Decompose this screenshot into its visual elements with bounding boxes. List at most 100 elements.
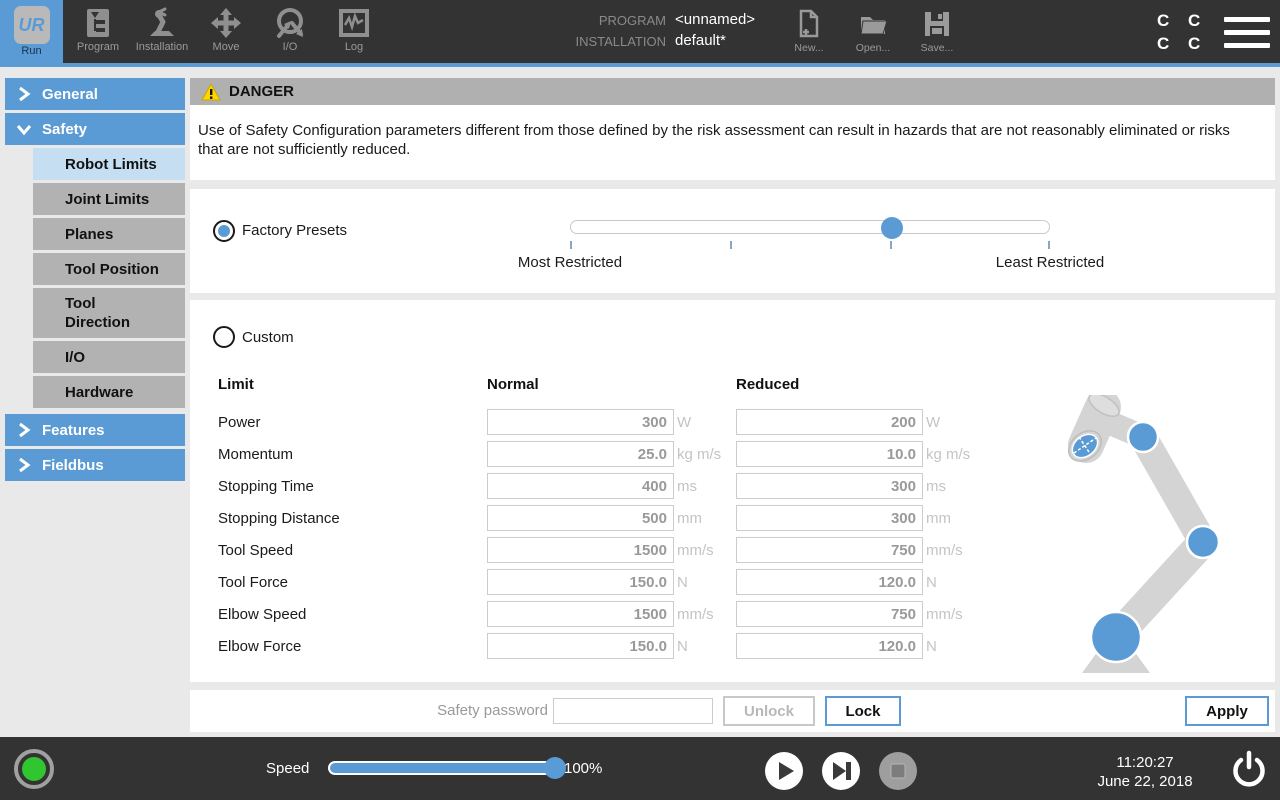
stopping-time-normal-input[interactable] [487,473,674,499]
power-normal-input[interactable] [487,409,674,435]
sidebar-item-io[interactable]: I/O [33,341,185,373]
open-file-icon [858,9,888,39]
unit-label: mm/s [674,542,736,559]
limit-name: Elbow Force [218,638,487,655]
lock-button[interactable]: Lock [825,696,901,726]
log-icon [338,7,370,39]
hamburger-menu-icon[interactable] [1224,17,1270,56]
slider-tick [1048,241,1050,249]
program-name: <unnamed> [675,11,755,28]
sidebar-item-joint-limits[interactable]: Joint Limits [33,183,185,215]
tab-io[interactable]: I/O [258,0,322,63]
stop-button[interactable] [879,752,917,790]
table-row-power: Power W W [218,406,1043,438]
tab-io-label: I/O [283,41,298,53]
sidebar-item-safety[interactable]: Safety [5,113,185,145]
chevron-right-icon [16,457,32,473]
chevron-right-icon [16,86,32,102]
tab-run[interactable]: UR Run [0,0,63,63]
unit-label: N [674,638,736,655]
move-icon [210,7,242,39]
speed-slider-knob[interactable] [544,757,566,779]
sidebar-item-planes[interactable]: Planes [33,218,185,250]
save-button[interactable]: Save... [905,0,969,63]
momentum-normal-input[interactable] [487,441,674,467]
speed-slider[interactable] [328,761,558,775]
sidebar-item-robot-limits[interactable]: Robot Limits [33,148,185,180]
sidebar: General Safety Robot Limits Joint Limits… [0,67,190,737]
chevron-right-icon [16,422,32,438]
clock-time: 11:20:27 [1085,753,1205,772]
tab-program[interactable]: Program [66,0,130,63]
unit-label: mm [923,510,1043,527]
table-row-tool-force: Tool Force N N [218,566,1043,598]
custom-panel: Custom Limit Normal Reduced Power W W [190,300,1275,682]
elbow-speed-normal-input[interactable] [487,601,674,627]
unit-label: kg m/s [923,446,1043,463]
tab-program-label: Program [77,41,119,53]
robot-arm-illustration [1060,395,1245,677]
warning-icon [201,83,221,101]
sidebar-item-tool-direction[interactable]: Tool Direction [33,288,185,338]
sidebar-item-features[interactable]: Features [5,414,185,446]
cc-row-1: C C [1157,9,1207,32]
clock-date: June 22, 2018 [1085,772,1205,791]
restriction-slider-knob[interactable] [881,217,903,239]
power-icon[interactable] [1228,750,1270,792]
step-button[interactable] [822,752,860,790]
stopping-distance-normal-input[interactable] [487,505,674,531]
tool-force-normal-input[interactable] [487,569,674,595]
program-icon [82,7,114,39]
unlock-button[interactable]: Unlock [723,696,815,726]
tool-force-reduced-input[interactable] [736,569,923,595]
sidebar-fieldbus-label: Fieldbus [42,457,104,474]
tab-installation-label: Installation [136,41,189,53]
unit-label: mm/s [923,606,1043,623]
elbow-speed-reduced-input[interactable] [736,601,923,627]
open-button[interactable]: Open... [841,0,905,63]
sidebar-item-fieldbus[interactable]: Fieldbus [5,449,185,481]
limit-name: Tool Force [218,574,487,591]
radio-selected-dot [218,225,230,237]
limit-name: Tool Speed [218,542,487,559]
power-reduced-input[interactable] [736,409,923,435]
tool-speed-normal-input[interactable] [487,537,674,563]
sidebar-item-tool-position[interactable]: Tool Position [33,253,185,285]
speed-value: 100% [564,760,602,777]
new-button[interactable]: New... [777,0,841,63]
table-row-elbow-force: Elbow Force N N [218,630,1043,662]
safety-password-label: Safety password [418,702,548,719]
safety-password-input[interactable] [553,698,713,724]
elbow-force-normal-input[interactable] [487,633,674,659]
sidebar-item-general[interactable]: General [5,78,185,110]
tool-speed-reduced-input[interactable] [736,537,923,563]
tab-installation[interactable]: Installation [130,0,194,63]
factory-presets-radio[interactable] [213,220,235,242]
danger-panel: DANGER Use of Safety Configuration param… [190,78,1275,180]
run-tab-label: Run [21,45,41,57]
sidebar-item-hardware[interactable]: Hardware [33,376,185,408]
elbow-force-reduced-input[interactable] [736,633,923,659]
custom-radio[interactable] [213,326,235,348]
io-icon [274,7,306,39]
clock: 11:20:27 June 22, 2018 [1085,753,1205,791]
unit-label: mm/s [674,606,736,623]
tab-move[interactable]: Move [194,0,258,63]
status-light[interactable] [14,749,54,789]
tab-move-label: Move [213,41,240,53]
header-normal: Normal [487,376,674,406]
table-row-elbow-speed: Elbow Speed mm/s mm/s [218,598,1043,630]
unit-label: kg m/s [674,446,736,463]
file-info: PROGRAM <unnamed> INSTALLATION default* [570,11,755,53]
cc-row-2: C C [1157,32,1207,55]
tab-log[interactable]: Log [322,0,386,63]
stopping-distance-reduced-input[interactable] [736,505,923,531]
play-button[interactable] [765,752,803,790]
restriction-slider-track[interactable] [570,220,1050,234]
joint-limits-label: Joint Limits [65,191,149,208]
stopping-time-reduced-input[interactable] [736,473,923,499]
momentum-reduced-input[interactable] [736,441,923,467]
apply-button[interactable]: Apply [1185,696,1269,726]
danger-title: DANGER [229,83,294,100]
slider-tick [570,241,572,249]
